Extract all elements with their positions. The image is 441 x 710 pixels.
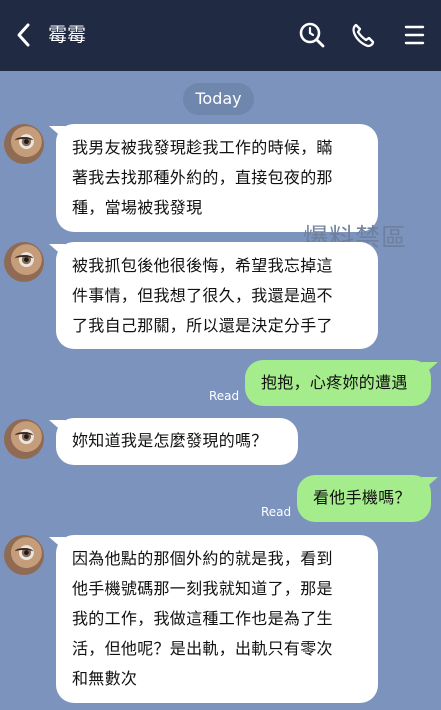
phone-icon[interactable] <box>349 21 377 49</box>
incoming-message: 我男友被我發現趁我工作的時候，瞞 著我去找那種外約的，直接包夜的那 種，當場被我… <box>56 124 378 232</box>
chat-header: 霉霉 <box>0 0 441 71</box>
contact-avatar[interactable] <box>4 124 44 164</box>
contact-avatar[interactable] <box>4 535 44 575</box>
outgoing-message: 抱抱，心疼妳的遭遇 <box>245 360 431 406</box>
message-line: 妳知道我是怎麼發現的嗎？ <box>72 431 268 450</box>
contact-avatar[interactable] <box>4 242 44 282</box>
read-status: Read <box>209 389 240 403</box>
message-line: 件事情，但我想了很久，我還是過不 <box>72 286 333 305</box>
message-line: 抱抱，心疼妳的遭遇 <box>261 373 408 392</box>
incoming-message: 因為他點的那個外約的就是我，看到 他手機號碼那一刻我就知道了，那是 我的工作，我… <box>56 535 378 703</box>
message-line: 和無數次 <box>72 669 138 688</box>
message-line: 著我去找那種外約的，直接包夜的那 <box>72 168 333 187</box>
contact-avatar[interactable] <box>4 419 44 459</box>
menu-icon[interactable] <box>401 21 429 49</box>
read-status: Read <box>261 505 292 519</box>
message-line: 因為他點的那個外約的就是我，看到 <box>72 549 333 568</box>
message-line: 看他手機嗎？ <box>313 488 411 507</box>
search-icon[interactable] <box>298 21 326 49</box>
incoming-message: 妳知道我是怎麼發現的嗎？ <box>56 418 298 465</box>
outgoing-message: 看他手機嗎？ <box>297 475 431 522</box>
message-line: 了我自己那關，所以還是決定分手了 <box>72 316 333 335</box>
message-line: 活，但他呢？是出軌，出軌只有零次 <box>72 639 333 658</box>
message-line: 他手機號碼那一刻我就知道了，那是 <box>72 579 333 598</box>
incoming-message: 被我抓包後他很後悔，希望我忘掉這 件事情，但我想了很久，我還是過不 了我自己那關… <box>56 242 378 349</box>
message-line: 我男友被我發現趁我工作的時候，瞞 <box>72 138 333 157</box>
chevron-left-icon[interactable] <box>12 22 36 48</box>
message-line: 我的工作，我做這種工作也是為了生 <box>72 609 333 628</box>
message-line: 被我抓包後他很後悔，希望我忘掉這 <box>72 256 333 275</box>
date-divider: Today <box>183 83 254 115</box>
contact-name: 霉霉 <box>48 24 87 46</box>
